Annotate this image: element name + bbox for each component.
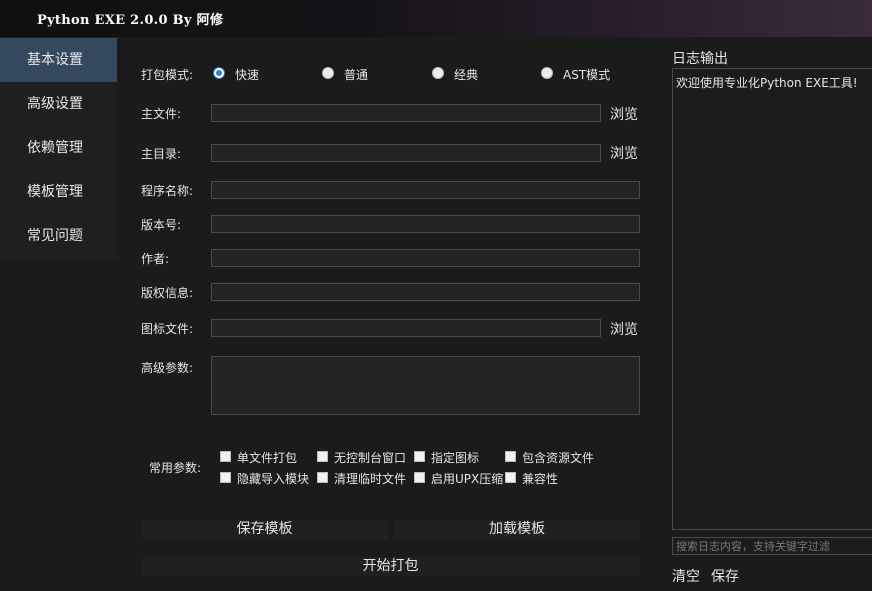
save-template-button[interactable]: 保存模板 [141, 520, 388, 539]
specify-icon-label: 指定图标 [431, 451, 480, 465]
icon-file-input[interactable] [211, 319, 601, 337]
main-dir-label: 主目录: [141, 147, 182, 161]
sidebar-item-faq[interactable]: 常见问题 [0, 214, 117, 258]
sidebar-item-basic-settings[interactable]: 基本设置 [0, 38, 117, 82]
app-title: Python EXE 2.0.0 By 阿修 [37, 13, 224, 28]
pack-mode-ast-radio[interactable] [541, 67, 553, 79]
pack-mode-ast-label: AST模式 [563, 68, 611, 82]
pack-mode-fast-label: 快速 [235, 68, 260, 82]
advanced-params-textarea[interactable] [211, 356, 640, 415]
icon-file-browse-button[interactable]: 浏览 [610, 319, 638, 339]
copyright-label: 版权信息: [141, 286, 194, 300]
main-file-input[interactable] [211, 104, 601, 122]
log-title: 日志输出 [672, 51, 728, 67]
specify-icon-checkbox[interactable] [414, 451, 425, 462]
sidebar-item-advanced-settings[interactable]: 高级设置 [0, 82, 117, 126]
sidebar-spacer [0, 259, 117, 591]
sidebar-item-template-management[interactable]: 模板管理 [0, 170, 117, 214]
pack-mode-normal-radio[interactable] [322, 67, 334, 79]
single-file-checkbox[interactable] [220, 451, 231, 462]
version-input[interactable] [211, 215, 640, 233]
no-console-label: 无控制台窗口 [334, 451, 407, 465]
compatibility-label: 兼容性 [522, 472, 559, 486]
program-name-label: 程序名称: [141, 184, 194, 198]
pack-mode-fast-radio[interactable] [213, 67, 225, 79]
pack-mode-label: 打包模式: [141, 68, 194, 82]
pack-mode-classic-label: 经典 [454, 68, 479, 82]
no-console-checkbox[interactable] [317, 451, 328, 462]
single-file-label: 单文件打包 [237, 451, 298, 465]
version-label: 版本号: [141, 218, 182, 232]
icon-file-label: 图标文件: [141, 322, 194, 336]
copyright-input[interactable] [211, 283, 640, 301]
common-params-label: 常用参数: [149, 461, 202, 475]
title-bar: Python EXE 2.0.0 By 阿修 [0, 0, 872, 37]
program-name-input[interactable] [211, 181, 640, 199]
log-output[interactable] [672, 68, 872, 530]
log-message: 欢迎使用专业化Python EXE工具! [676, 76, 858, 90]
sidebar-item-dependency-management[interactable]: 依赖管理 [0, 126, 117, 170]
clean-temp-label: 清理临时文件 [334, 472, 407, 486]
pack-mode-classic-radio[interactable] [432, 67, 444, 79]
log-search-input[interactable] [672, 537, 872, 555]
main-file-label: 主文件: [141, 107, 182, 121]
author-label: 作者: [141, 252, 170, 266]
main-dir-browse-button[interactable]: 浏览 [610, 143, 638, 163]
upx-compress-checkbox[interactable] [414, 472, 425, 483]
hidden-imports-checkbox[interactable] [220, 472, 231, 483]
save-log-button[interactable]: 保存 [711, 566, 739, 586]
advanced-params-label: 高级参数: [141, 361, 194, 375]
hidden-imports-label: 隐藏导入模块 [237, 472, 310, 486]
clear-log-button[interactable]: 清空 [672, 566, 700, 586]
author-input[interactable] [211, 249, 640, 267]
include-resources-checkbox[interactable] [505, 451, 516, 462]
upx-compress-label: 启用UPX压缩 [431, 472, 504, 486]
include-resources-label: 包含资源文件 [522, 451, 595, 465]
main-dir-input[interactable] [211, 144, 601, 162]
main-file-browse-button[interactable]: 浏览 [610, 104, 638, 124]
load-template-button[interactable]: 加载模板 [394, 520, 640, 539]
start-pack-button[interactable]: 开始打包 [141, 557, 640, 576]
clean-temp-checkbox[interactable] [317, 472, 328, 483]
compatibility-checkbox[interactable] [505, 472, 516, 483]
pack-mode-normal-label: 普通 [344, 68, 369, 82]
